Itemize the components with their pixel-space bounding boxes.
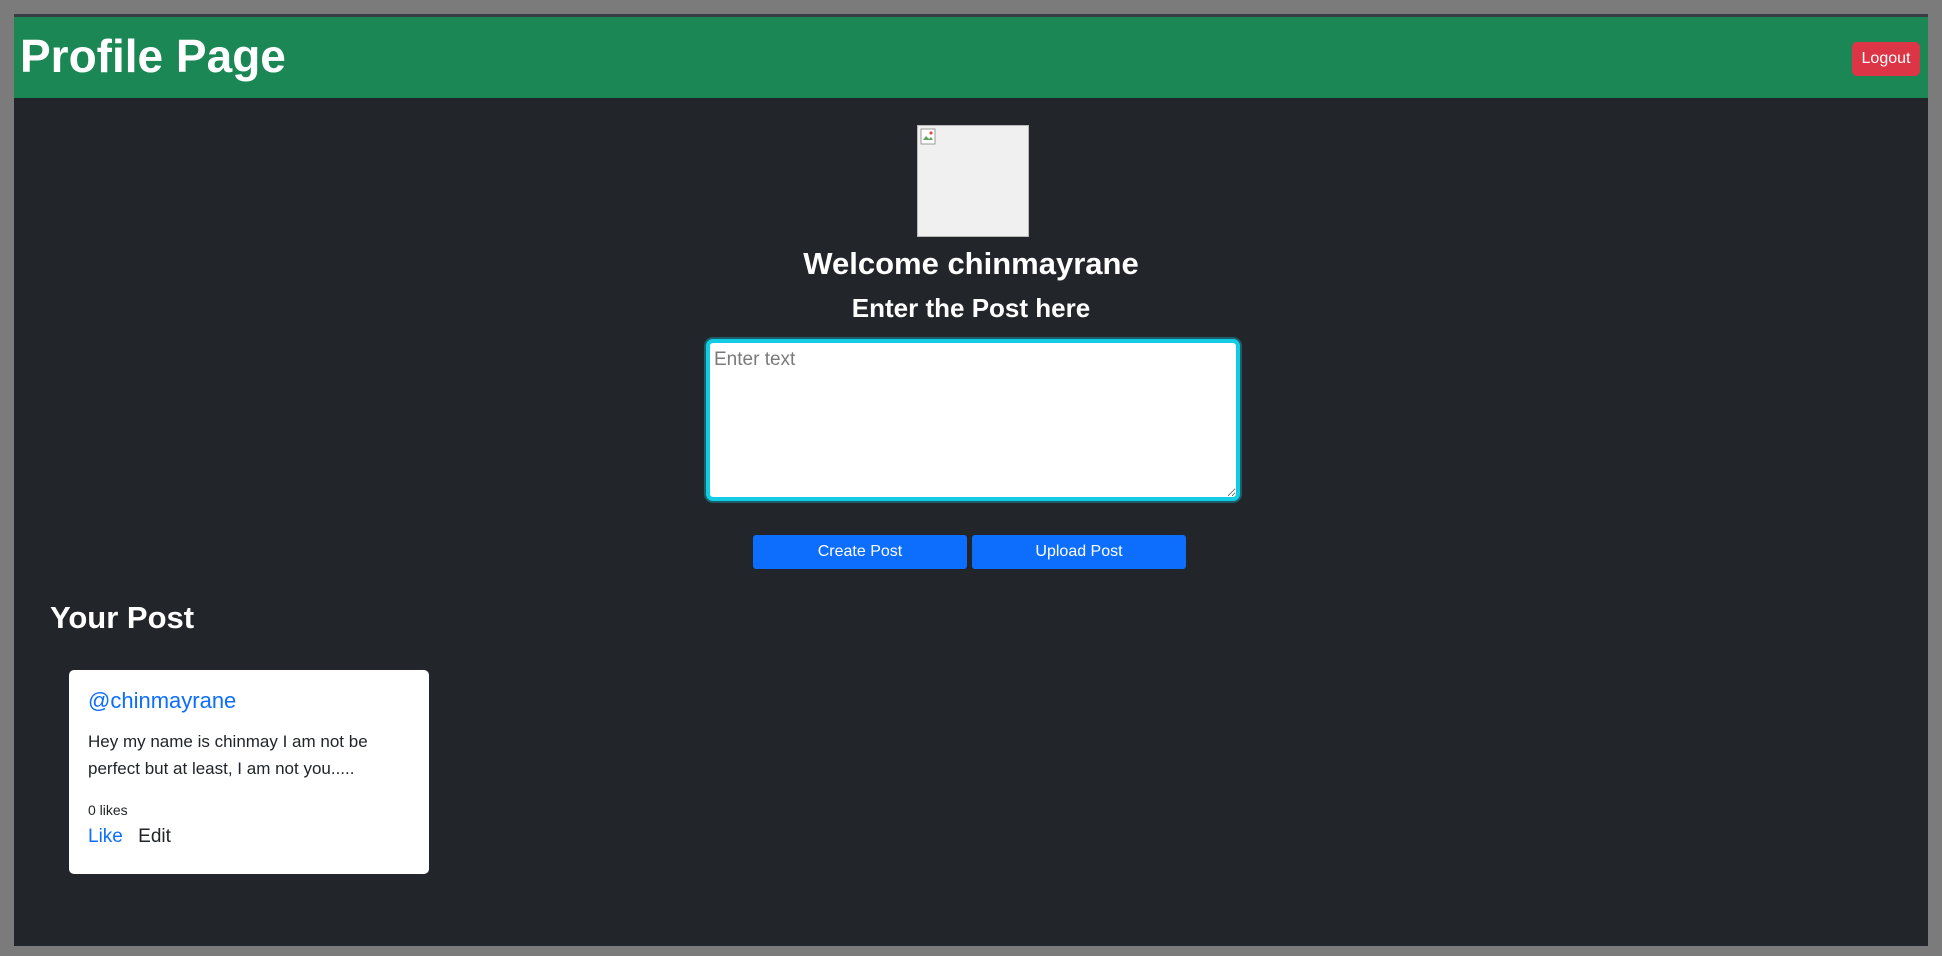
edit-link[interactable]: Edit (138, 826, 171, 847)
like-link[interactable]: Like (88, 826, 123, 847)
avatar (917, 125, 1029, 237)
page-frame: Profile Page Logout Welcome chinmayrane … (14, 14, 1928, 946)
header-bar: Profile Page Logout (14, 17, 1928, 98)
broken-image-icon (920, 128, 936, 145)
post-text: Hey my name is chinmay I am not be perfe… (88, 732, 368, 778)
upload-post-button[interactable]: Upload Post (972, 535, 1186, 569)
post-likes-count: 0 likes (88, 802, 128, 818)
logout-button[interactable]: Logout (1852, 42, 1920, 76)
post-prompt-heading: Enter the Post here (851, 293, 1091, 323)
post-card: @chinmayrane Hey my name is chinmay I am… (69, 670, 429, 874)
post-actions: Like Edit (88, 826, 410, 848)
post-text-input[interactable] (706, 339, 1240, 501)
create-post-button[interactable]: Create Post (753, 535, 967, 569)
page-title: Profile Page (20, 30, 286, 82)
welcome-heading: Welcome chinmayrane (803, 246, 1139, 281)
post-username-link[interactable]: @chinmayrane (88, 688, 410, 714)
your-post-heading: Your Post (50, 600, 195, 635)
